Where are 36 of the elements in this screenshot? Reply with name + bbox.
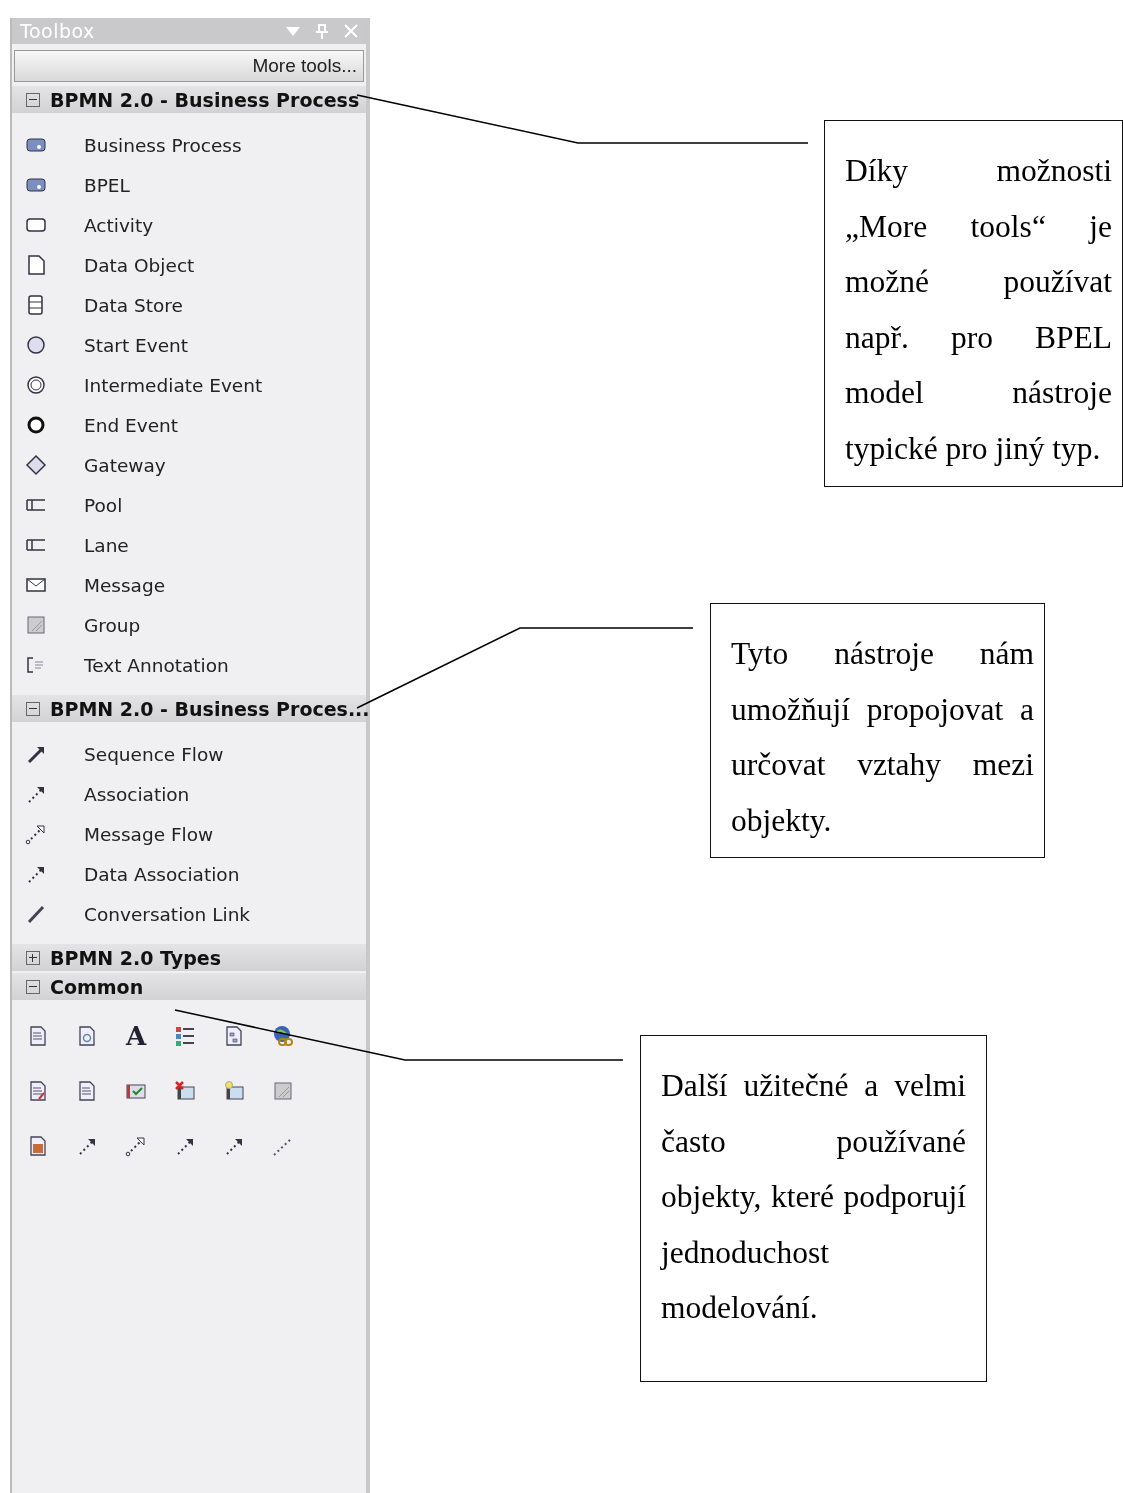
tool-item[interactable]: Data Association xyxy=(84,863,240,885)
collapse-icon[interactable] xyxy=(26,979,40,994)
tool-item[interactable]: Pool xyxy=(84,494,123,516)
intermediate-event-icon[interactable] xyxy=(24,373,48,397)
tool-item[interactable]: Association xyxy=(84,783,190,805)
section-header[interactable]: BPMN 2.0 - Business Process xyxy=(12,86,366,113)
tool-item[interactable]: Lane xyxy=(84,534,129,556)
start-event-icon[interactable] xyxy=(24,333,48,357)
tool-item[interactable]: Group xyxy=(84,614,141,636)
tool-item[interactable]: Message Flow xyxy=(84,823,214,845)
tool-item[interactable]: Gateway xyxy=(84,454,166,476)
section-header[interactable]: BPMN 2.0 - Business Proces... xyxy=(12,695,366,722)
tool-item[interactable]: Data Store xyxy=(84,294,183,316)
message-flow-icon[interactable] xyxy=(24,822,48,846)
expand-icon[interactable] xyxy=(26,950,40,965)
tool-item[interactable]: Conversation Link xyxy=(84,903,251,925)
callout-text: Tyto nástroje nám umožňují propojovat a určovat vztahy mezi objekty. xyxy=(731,635,1034,840)
collapse-icon[interactable] xyxy=(26,701,40,716)
tool-item[interactable]: BPEL xyxy=(84,174,130,196)
tool-item[interactable]: Sequence Flow xyxy=(84,743,224,765)
text-tool-icon[interactable]: A xyxy=(122,1022,150,1050)
more-tools-button[interactable]: More tools... xyxy=(14,50,364,82)
tool-item[interactable]: Start Event xyxy=(84,334,189,356)
gateway-icon[interactable] xyxy=(24,453,48,477)
tool-item[interactable]: Message xyxy=(84,574,166,596)
tool-item[interactable]: Text Annotation xyxy=(84,654,229,676)
collapse-icon[interactable] xyxy=(26,92,40,107)
tool-item[interactable]: Activity xyxy=(84,214,154,236)
callout-text: Díky možnosti „More tools“ je možné používat např. pro BPEL model nástroje typické pro jiný typ. xyxy=(845,152,1112,468)
tool-item[interactable]: Intermediate Event xyxy=(84,374,263,396)
tool-item[interactable]: Data Object xyxy=(84,254,195,276)
callout-text: Další užitečné a velmi často používané objekty, které podporují jednoduchost modelování. xyxy=(661,1067,966,1327)
section-header[interactable]: Common xyxy=(12,973,366,1000)
tool-item[interactable]: End Event xyxy=(84,414,179,436)
section-header[interactable]: BPMN 2.0 Types xyxy=(12,944,366,971)
tool-item[interactable]: Business Process xyxy=(84,134,242,156)
